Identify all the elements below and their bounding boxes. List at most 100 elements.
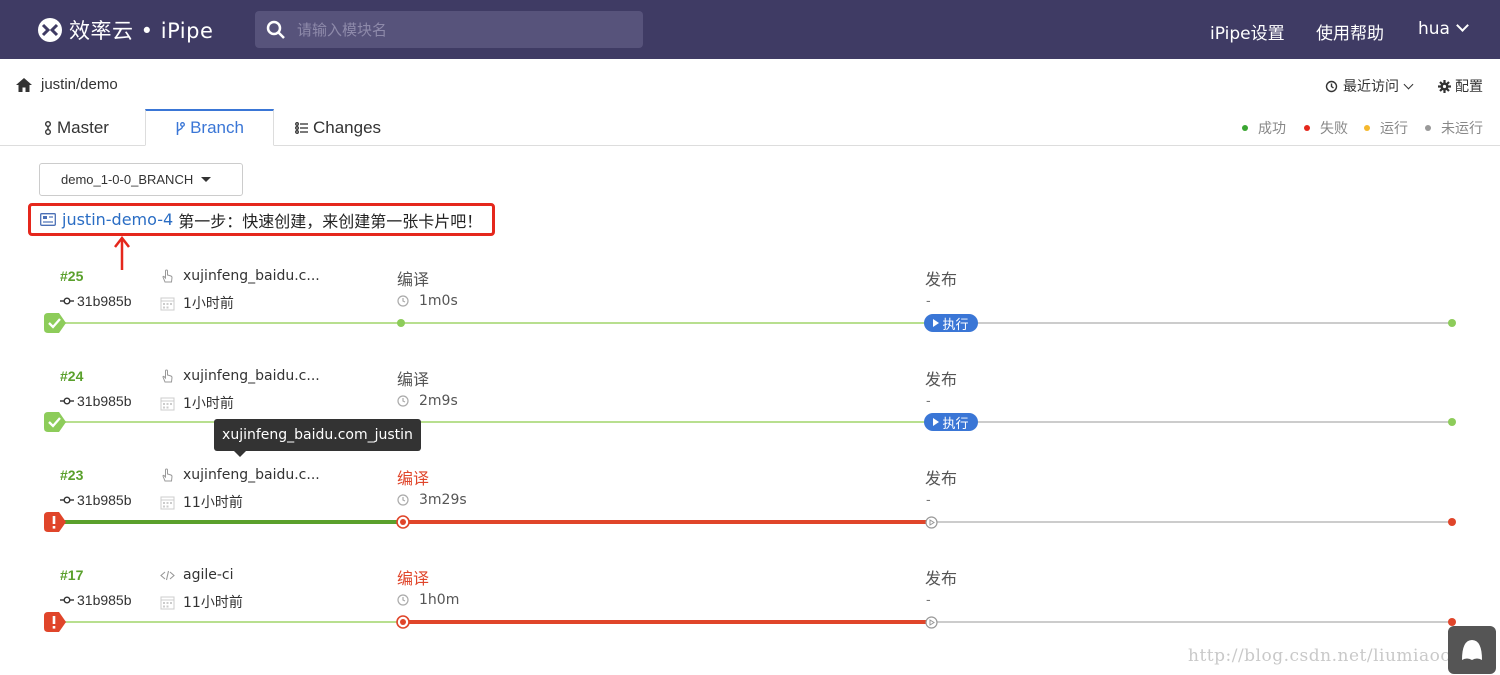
- stage-compile-label[interactable]: 编译: [397, 266, 429, 290]
- execute-button[interactable]: 执行: [924, 413, 978, 432]
- end-node: [1448, 518, 1456, 526]
- clock-icon: [397, 594, 409, 606]
- commit-icon: [60, 397, 74, 405]
- nav-help[interactable]: 使用帮助: [1316, 19, 1384, 44]
- card-highlight: justin-demo-4 第一步：快速创建，来创建第一张卡片吧！: [28, 203, 495, 236]
- pipeline-run: #25 31b985b xujinfeng_baidu.c... 1小时前 编译…: [0, 268, 1500, 348]
- success-status-icon[interactable]: [44, 313, 66, 333]
- calendar-icon: [160, 297, 175, 310]
- stage-duration: 3m29s: [397, 492, 467, 508]
- hand-pointer-icon: [162, 368, 173, 382]
- run-time: 1小时前: [160, 393, 234, 413]
- top-navbar: 效率云 • iPipe iPipe设置 使用帮助 hua: [0, 0, 1500, 59]
- stage-publish-label[interactable]: 发布: [925, 266, 957, 290]
- chat-bubble-icon: [1462, 640, 1482, 660]
- play-circle-icon[interactable]: [925, 616, 938, 629]
- commit-hash[interactable]: 31b985b: [60, 293, 132, 309]
- publish-duration-empty: -: [926, 591, 931, 607]
- recent-visits-dropdown[interactable]: 最近访问: [1325, 76, 1414, 96]
- home-icon[interactable]: [16, 78, 32, 92]
- success-status-icon[interactable]: [44, 412, 66, 432]
- chat-widget-button[interactable]: [1448, 626, 1496, 674]
- clock-icon: [397, 494, 409, 506]
- run-trigger-user[interactable]: xujinfeng_baidu.c...: [160, 368, 320, 384]
- failed-status-icon[interactable]: [44, 512, 66, 532]
- run-time: 1小时前: [160, 293, 234, 313]
- legend-not-run: 未运行: [1425, 118, 1483, 138]
- calendar-icon: [160, 596, 175, 609]
- arrow-up-icon: [114, 236, 130, 270]
- run-trigger-user[interactable]: xujinfeng_baidu.c...: [160, 268, 320, 284]
- tab-branch[interactable]: Branch: [145, 109, 274, 146]
- module-search: [255, 11, 643, 48]
- run-id[interactable]: #25: [60, 268, 83, 284]
- stage-compile-label[interactable]: 编译: [397, 565, 429, 589]
- stage-compile-label[interactable]: 编译: [397, 465, 429, 489]
- run-id[interactable]: #23: [60, 467, 83, 483]
- failed-dot-icon: [1304, 125, 1310, 131]
- commit-icon: [60, 297, 74, 305]
- pipeline-success-segment: [54, 621, 400, 623]
- stage-duration: 1h0m: [397, 592, 459, 608]
- app-logo[interactable]: 效率云 • iPipe: [37, 16, 213, 44]
- play-icon: [933, 418, 940, 426]
- config-button[interactable]: 配置: [1438, 76, 1483, 96]
- failed-status-icon[interactable]: [44, 612, 66, 632]
- clock-icon: [397, 295, 409, 307]
- legend-failed: 失败: [1304, 118, 1348, 138]
- end-node: [1448, 319, 1456, 327]
- commit-hash[interactable]: 31b985b: [60, 592, 132, 608]
- end-node: [1448, 418, 1456, 426]
- search-input[interactable]: [297, 11, 627, 48]
- branch-selector-value: demo_1-0-0_BRANCH: [61, 172, 194, 187]
- search-icon: [266, 20, 285, 39]
- run-trigger-user[interactable]: xujinfeng_baidu.c...: [160, 467, 320, 483]
- stage-publish-label[interactable]: 发布: [925, 465, 957, 489]
- nav-ipipe-settings[interactable]: iPipe设置: [1210, 19, 1285, 44]
- pipeline-failed-segment: [403, 520, 928, 524]
- commit-hash[interactable]: 31b985b: [60, 393, 132, 409]
- clock-icon: [397, 395, 409, 407]
- history-icon: [1325, 80, 1338, 92]
- stage-publish-label[interactable]: 发布: [925, 565, 957, 589]
- stage-publish-label[interactable]: 发布: [925, 366, 957, 390]
- commit-icon: [60, 596, 74, 604]
- pipeline-success-segment: [54, 520, 400, 524]
- caret-down-icon: [201, 177, 212, 182]
- run-id[interactable]: #24: [60, 368, 83, 384]
- tab-master[interactable]: Master: [44, 109, 109, 146]
- failed-stage-node-icon[interactable]: [396, 615, 410, 629]
- stage-compile-label[interactable]: 编译: [397, 366, 429, 390]
- commit-hash[interactable]: 31b985b: [60, 492, 132, 508]
- hand-pointer-icon: [162, 268, 173, 282]
- play-circle-icon[interactable]: [925, 516, 938, 529]
- pipeline-failed-segment: [403, 620, 928, 624]
- watermark: http://blog.csdn.net/liumiaocn: [1188, 646, 1462, 666]
- failed-stage-node-icon[interactable]: [396, 515, 410, 529]
- tab-changes[interactable]: Changes: [295, 109, 381, 146]
- breadcrumb[interactable]: justin/demo: [41, 76, 118, 93]
- not-run-dot-icon: [1425, 125, 1431, 131]
- run-id[interactable]: #17: [60, 567, 83, 583]
- chevron-down-icon: [1403, 79, 1414, 89]
- user-name: hua: [1418, 19, 1450, 39]
- execute-button[interactable]: 执行: [924, 314, 978, 333]
- recent-visits-label: 最近访问: [1343, 79, 1399, 95]
- chevron-down-icon: [1456, 19, 1469, 32]
- compile-stage-node[interactable]: [397, 319, 405, 327]
- user-menu[interactable]: hua: [1418, 19, 1469, 39]
- pipeline-run: #17 31b985b agile-ci 11小时前 编译 1h0m 发布 -: [0, 567, 1500, 647]
- tab-changes-label: Changes: [313, 117, 382, 137]
- run-time: 11小时前: [160, 592, 243, 612]
- user-tooltip: xujinfeng_baidu.com_justin: [214, 419, 421, 457]
- card-title-text: 第一步：快速创建，来创建第一张卡片吧！: [178, 211, 483, 231]
- card-id-link[interactable]: justin-demo-4: [62, 210, 173, 229]
- branch-selector[interactable]: demo_1-0-0_BRANCH: [39, 163, 243, 196]
- running-dot-icon: [1364, 125, 1370, 131]
- card-icon: [40, 213, 56, 226]
- publish-duration-empty: -: [926, 491, 931, 507]
- tab-branch-label: Branch: [190, 118, 244, 137]
- run-trigger-user[interactable]: agile-ci: [160, 567, 234, 583]
- legend-success: 成功: [1242, 118, 1286, 138]
- publish-duration-empty: -: [926, 292, 931, 308]
